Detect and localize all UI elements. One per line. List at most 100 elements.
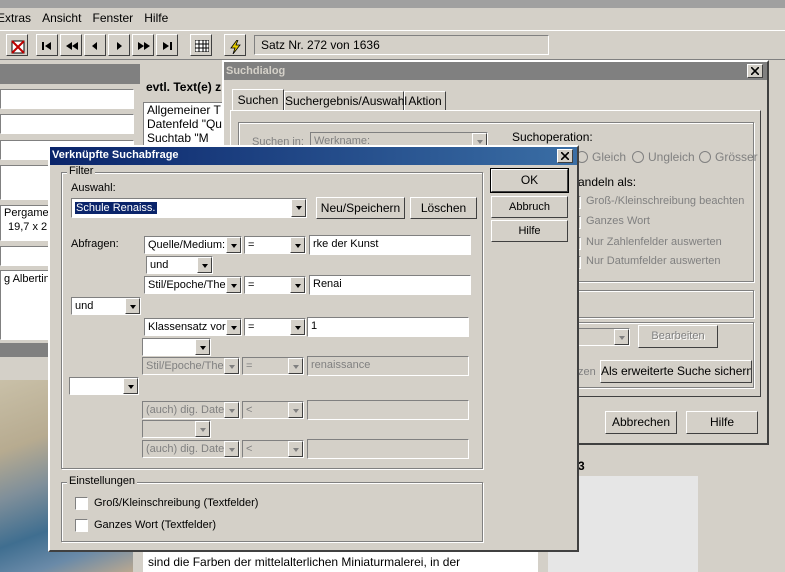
check-numbers-label: Nur Zahlenfelder auswerten [586, 236, 722, 248]
suchdialog-hilfe-button[interactable]: Hilfe [686, 411, 758, 434]
chevron-down-icon[interactable] [226, 277, 241, 293]
chevron-down-icon[interactable] [288, 358, 303, 374]
query-6-op[interactable]: < [242, 440, 304, 458]
chevron-down-icon[interactable] [197, 257, 212, 273]
lightning-button[interactable] [224, 34, 246, 56]
fast-forward-button[interactable] [132, 34, 154, 56]
suchdialog-abbrechen-button[interactable]: Abbrechen [605, 411, 677, 434]
neu-speichern-button[interactable]: Neu/Speichern [316, 197, 405, 219]
query-5-field[interactable]: (auch) dig. Dater [142, 401, 240, 419]
loeschen-button[interactable]: Löschen [410, 197, 477, 219]
chevron-down-icon[interactable] [290, 277, 305, 293]
query-2-field-value: Stil/Epoche/The [148, 279, 226, 291]
chevron-down-icon[interactable] [291, 199, 306, 217]
query-5-value[interactable] [307, 400, 469, 420]
radio-groesser[interactable] [699, 151, 711, 163]
setting-case-checkbox[interactable] [75, 497, 88, 510]
query-2-value[interactable]: Renai [309, 275, 471, 295]
connector-inner-1[interactable]: und [146, 256, 213, 274]
chevron-down-icon[interactable] [290, 237, 305, 253]
query-5-op[interactable]: < [242, 401, 304, 419]
bg-field-1[interactable] [0, 89, 134, 109]
query-1-op[interactable]: = [244, 236, 306, 254]
query-1-field-value: Quelle/Medium: [148, 239, 226, 251]
chevron-down-icon[interactable] [226, 237, 241, 253]
bg-right-fragment: 3 [578, 459, 585, 473]
bg-text-area[interactable]: Allgemeiner T Datenfeld "Qu Suchtab "M [143, 102, 228, 147]
behandeln-label: andeln als: [578, 175, 637, 189]
query-2-op[interactable]: = [244, 276, 306, 294]
chevron-down-icon[interactable] [123, 378, 138, 394]
tab-suchen[interactable]: Suchen [232, 89, 284, 111]
check-whole-word-label: Ganzes Wort [586, 215, 650, 227]
fast-forward-icon [138, 42, 150, 50]
query-4-op[interactable]: = [242, 357, 304, 375]
chevron-down-icon[interactable] [614, 329, 629, 345]
menu-ansicht[interactable]: Ansicht [42, 11, 81, 25]
chevron-down-icon[interactable] [195, 421, 210, 437]
tab-suchergebnis[interactable]: Suchergebnis/Auswahl [284, 91, 407, 111]
bg-text-line-3: Suchtab "M [147, 131, 209, 145]
chevron-down-icon[interactable] [288, 402, 303, 418]
connector-inner-3[interactable] [142, 420, 211, 438]
chevron-down-icon[interactable] [290, 319, 305, 335]
record-status: Satz Nr. 272 von 1636 [254, 35, 549, 55]
menu-hilfe[interactable]: Hilfe [144, 11, 168, 25]
query-1-op-value: = [248, 239, 255, 251]
vs-close-button[interactable] [557, 149, 573, 163]
query-6-value[interactable] [307, 439, 469, 459]
radio-ungleich[interactable] [632, 151, 644, 163]
save-extended-search-button[interactable]: Als erweiterte Suche sichern [600, 360, 752, 383]
chevron-down-icon[interactable] [226, 319, 241, 335]
connector-inner-1-value: und [150, 259, 169, 271]
menu-extras[interactable]: Extras [0, 11, 31, 25]
tab-aktion[interactable]: Aktion [404, 91, 446, 111]
last-record-button[interactable] [156, 34, 178, 56]
chevron-down-icon[interactable] [195, 339, 210, 355]
first-record-button[interactable] [36, 34, 58, 56]
suchdialog-close-button[interactable] [747, 64, 763, 78]
query-1-field[interactable]: Quelle/Medium: [144, 236, 242, 254]
connector-outer-1[interactable]: und [71, 297, 141, 315]
query-4-op-value: = [246, 360, 253, 372]
table-view-button[interactable] [190, 34, 212, 56]
auswahl-value: Schule Renaiss. [74, 201, 158, 215]
query-6-field[interactable]: (auch) dig. Dater [142, 440, 240, 458]
bg-field-2[interactable] [0, 114, 134, 134]
next-record-button[interactable] [108, 34, 130, 56]
prev-icon [92, 42, 97, 50]
delete-record-button[interactable] [6, 34, 28, 56]
ok-button[interactable]: OK [490, 168, 569, 193]
chevron-down-icon[interactable] [224, 441, 239, 457]
chevron-down-icon[interactable] [125, 298, 140, 314]
close-icon [750, 66, 760, 76]
delete-icon [11, 40, 25, 54]
lightning-icon [230, 40, 241, 54]
abbruch-button[interactable]: Abbruch [491, 196, 568, 218]
menu-bar: Extras Ansicht Fenster Hilfe [0, 11, 176, 27]
radio-gleich-label: Gleich [592, 150, 627, 164]
fast-back-icon [66, 42, 78, 50]
query-4-field[interactable]: Stil/Epoche/The [142, 357, 240, 375]
query-2-field[interactable]: Stil/Epoche/The [144, 276, 242, 294]
query-3-field[interactable]: Klassensatz vorh [144, 318, 242, 336]
einstellungen-label: Einstellungen [67, 475, 138, 487]
connector-outer-2[interactable] [69, 377, 139, 395]
bearbeiten-button[interactable]: Bearbeiten [638, 325, 718, 348]
check-dates-label: Nur Datumfelder auswerten [586, 255, 721, 267]
auswahl-combo[interactable]: Schule Renaiss. [71, 198, 307, 218]
chevron-down-icon[interactable] [288, 441, 303, 457]
vs-hilfe-button[interactable]: Hilfe [491, 220, 568, 242]
setting-whole-word-checkbox[interactable] [75, 519, 88, 532]
chevron-down-icon[interactable] [224, 358, 239, 374]
query-4-value[interactable]: renaissance [307, 356, 469, 376]
chevron-down-icon[interactable] [224, 402, 239, 418]
fast-back-button[interactable] [60, 34, 82, 56]
connector-inner-2[interactable] [142, 338, 211, 356]
query-3-value[interactable]: 1 [307, 317, 469, 337]
query-1-value[interactable]: rke der Kunst [309, 235, 471, 255]
menu-fenster[interactable]: Fenster [93, 11, 134, 25]
radio-ungleich-label: Ungleich [648, 150, 695, 164]
prev-record-button[interactable] [84, 34, 106, 56]
query-3-op[interactable]: = [244, 318, 306, 336]
